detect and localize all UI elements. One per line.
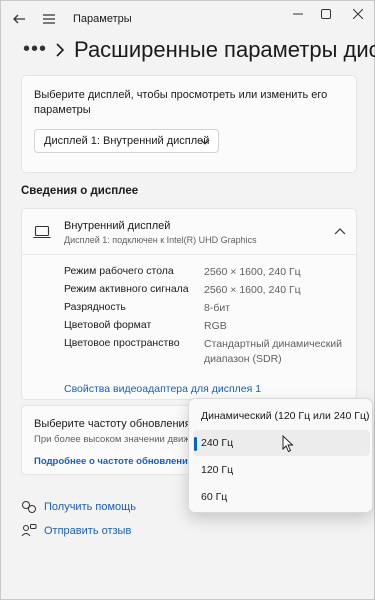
get-help-label: Получить помощь [44,501,136,513]
help-icon [22,501,36,513]
minimize-icon [293,13,303,15]
info-key: Цветовой формат [64,319,152,331]
window-title: Параметры [73,13,132,25]
laptop-icon [33,225,51,239]
refresh-rate-option[interactable]: 60 Гц [193,484,370,510]
display-info-header[interactable]: Внутренний дисплей Дисплей 1: подключен … [22,209,356,255]
display-info-card: Внутренний дисплей Дисплей 1: подключен … [21,208,357,400]
info-value: Стандартный динамический диапазон (SDR) [204,338,343,365]
maximize-icon [321,9,331,19]
breadcrumb: ••• Расширенные параметры дисплея [1,33,375,67]
select-display-prompt: Выберите дисплей, чтобы просмотреть или … [34,89,328,116]
info-value: 2560 × 1600, 240 Гц [204,284,301,296]
select-display-card: Выберите дисплей, чтобы просмотреть или … [21,75,357,173]
refresh-rate-description: При более высоком значении движения буду… [34,434,189,445]
info-value: 8-бит [204,302,231,314]
title-bar: Параметры [1,1,375,37]
display-info-section-title: Сведения о дисплее [21,185,139,197]
feedback-icon [21,524,37,537]
mouse-cursor-icon [282,435,294,453]
minimize-button[interactable] [284,5,312,23]
refresh-rate-option[interactable]: 120 Гц [193,457,370,483]
refresh-rate-option[interactable]: Динамический (120 Гц или 240 Гц) [193,403,370,429]
display-select[interactable]: Дисплей 1: Внутренний дисплей [34,129,219,153]
refresh-rate-title: Выберите частоту обновления [34,418,191,430]
device-name: Внутренний дисплей [64,220,171,232]
send-feedback-label: Отправить отзыв [44,525,132,537]
display-select-value: Дисплей 1: Внутренний дисплей [44,135,210,147]
maximize-button[interactable] [312,5,340,23]
page-title: Расширенные параметры дисплея [74,37,375,62]
close-icon [353,9,363,19]
refresh-rate-learn-more-link[interactable]: Подробнее о частоте обновления [34,456,193,467]
chevron-right-icon [56,43,65,57]
adapter-properties-link[interactable]: Свойства видеоадаптера для дисплея 1 [64,383,261,395]
chevron-down-icon [200,139,210,145]
refresh-rate-dropdown: Динамический (120 Гц или 240 Гц) 240 Гц … [188,398,373,513]
hamburger-menu-icon[interactable] [41,11,57,27]
info-key: Режим рабочего стола [64,265,174,277]
info-value: 2560 × 1600, 240 Гц [204,266,301,278]
info-value: RGB [204,320,227,332]
info-key: Режим активного сигнала [64,283,189,295]
breadcrumb-overflow-button[interactable]: ••• [23,38,47,61]
close-button[interactable] [344,5,372,23]
selection-accent-indicator [194,437,197,451]
chevron-up-icon[interactable] [334,227,346,237]
info-key: Цветовое пространство [64,337,180,349]
info-key: Разрядность [64,301,126,313]
back-arrow-icon[interactable] [11,11,27,27]
device-subtitle: Дисплей 1: подключен к Intel(R) UHD Grap… [64,235,257,245]
